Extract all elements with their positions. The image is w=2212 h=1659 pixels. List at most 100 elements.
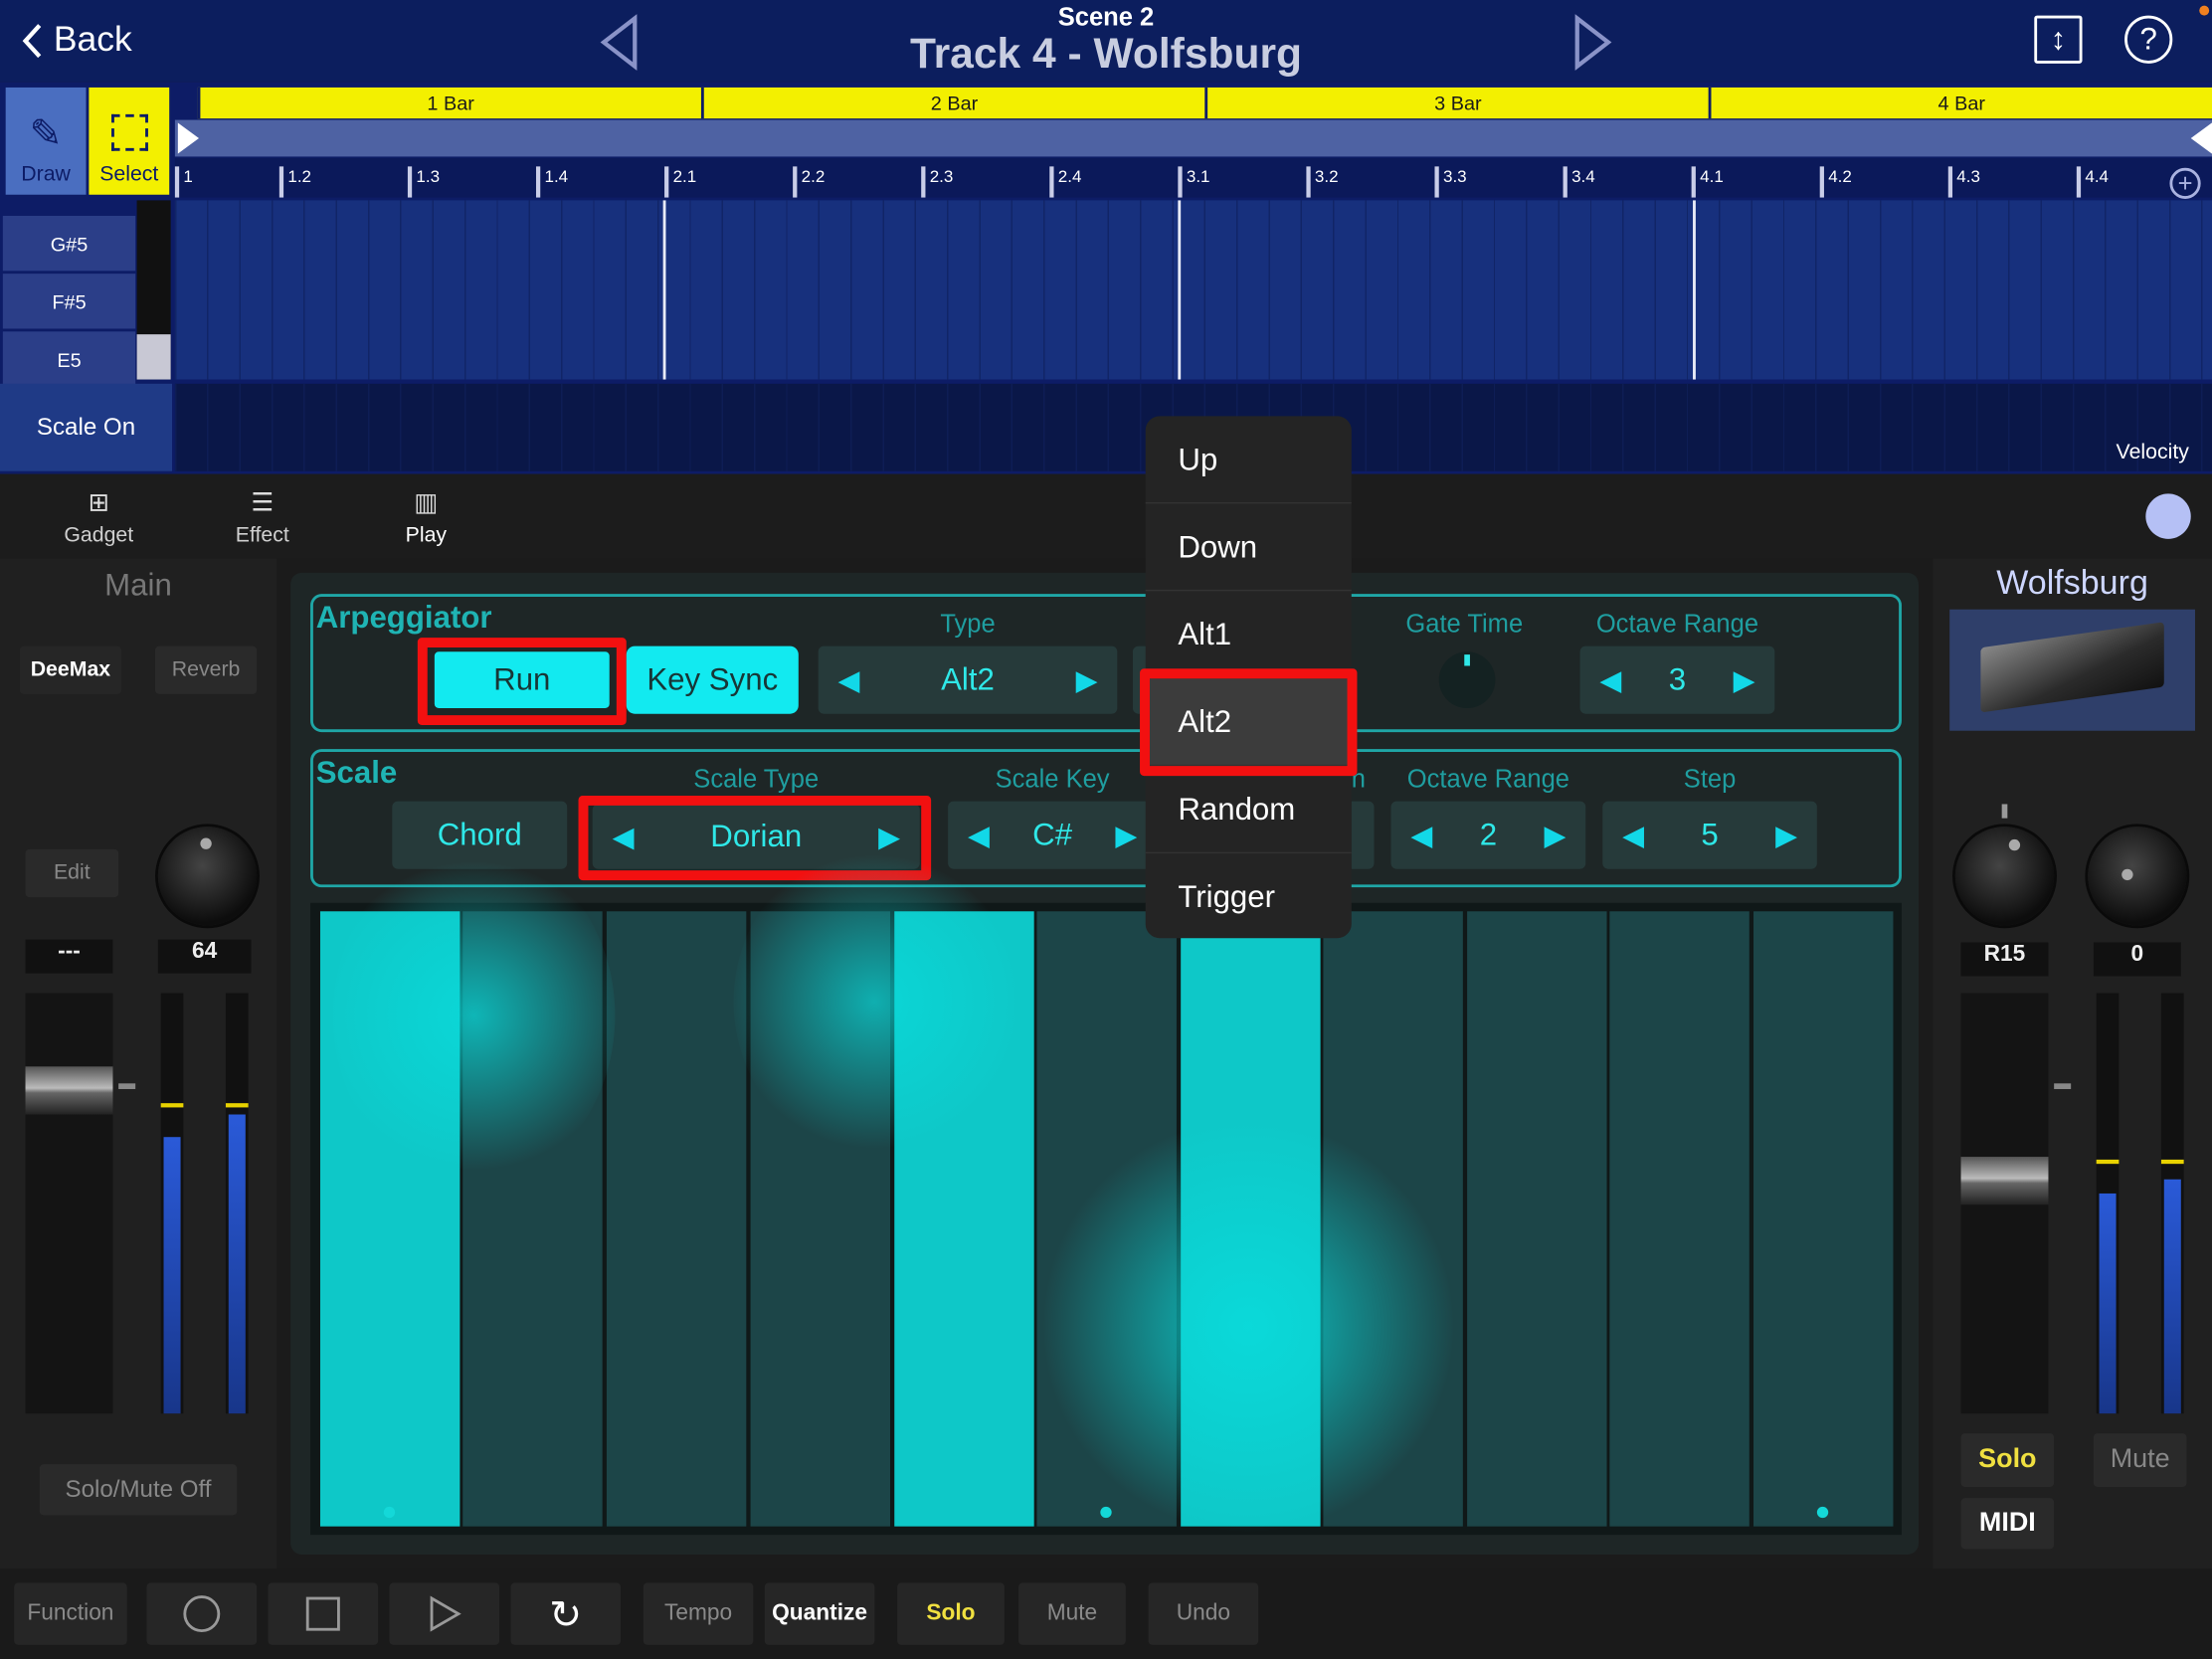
dropdown-item-alt1[interactable]: Alt1 xyxy=(1145,591,1352,679)
draw-tool-button[interactable]: ✎ Draw xyxy=(5,87,87,195)
beat-tick: 4.4 xyxy=(2076,166,2109,198)
next-arrow-icon[interactable]: ▶ xyxy=(1734,662,1755,697)
step-label: Step xyxy=(1683,764,1737,794)
beat-ruler[interactable]: 1 1.2 1.3 1.4 2.1 2.2 2.3 2.4 3.1 3.2 3.… xyxy=(174,157,2212,198)
velocity-label: Velocity xyxy=(2116,440,2189,464)
play-pad[interactable] xyxy=(319,911,461,1527)
tempo-button[interactable]: Tempo xyxy=(643,1582,754,1645)
quantize-button[interactable]: Quantize xyxy=(764,1582,875,1645)
play-pad[interactable] xyxy=(1036,911,1177,1527)
scale-key-selector[interactable]: ◀ C# ▶ xyxy=(948,801,1158,869)
track-solo-button[interactable]: Solo xyxy=(1960,1433,2055,1487)
selection-icon xyxy=(110,113,148,151)
bar-label: 3 Bar xyxy=(1204,87,1708,119)
volume-fader-handle[interactable] xyxy=(25,1066,113,1115)
level-knob[interactable] xyxy=(157,827,258,926)
prev-arrow-icon[interactable]: ◀ xyxy=(1410,818,1432,852)
solo-button[interactable]: Solo xyxy=(897,1582,1005,1645)
reverb-button[interactable]: Reverb xyxy=(155,645,258,694)
scale-key-label: Scale Key xyxy=(995,764,1110,794)
bar-line xyxy=(662,200,666,380)
track-mute-button[interactable]: Mute xyxy=(2093,1433,2187,1487)
knob-indicator xyxy=(200,837,212,849)
loop-start-handle-icon[interactable] xyxy=(177,122,201,154)
next-arrow-icon[interactable]: ▶ xyxy=(1545,818,1567,852)
next-track-icon[interactable] xyxy=(1571,14,1614,71)
arp-octave-range-selector[interactable]: ◀ 3 ▶ xyxy=(1579,645,1775,714)
synth-thumbnail[interactable] xyxy=(1949,609,2195,731)
play-pad[interactable] xyxy=(1609,911,1750,1527)
note-grid[interactable] xyxy=(174,200,2212,380)
track-level-knob[interactable] xyxy=(2088,827,2187,926)
track-meter-left xyxy=(2096,993,2120,1414)
play-pad[interactable] xyxy=(750,911,890,1527)
tab-gadget[interactable]: ⊞ Gadget xyxy=(43,488,155,548)
pan-knob[interactable] xyxy=(1954,827,2055,926)
dropdown-item-up[interactable]: Up xyxy=(1145,416,1352,504)
prev-arrow-icon[interactable]: ◀ xyxy=(968,818,990,852)
next-arrow-icon[interactable]: ▶ xyxy=(1076,662,1098,697)
dropdown-item-random[interactable]: Random xyxy=(1145,766,1352,854)
next-arrow-icon[interactable]: ▶ xyxy=(1115,818,1137,852)
piano-key-label[interactable]: E5 xyxy=(2,331,136,387)
prev-arrow-icon[interactable]: ◀ xyxy=(838,662,860,697)
play-pad[interactable] xyxy=(1323,911,1463,1527)
tab-play[interactable]: ▥ Play xyxy=(370,488,482,548)
add-bar-button[interactable]: + xyxy=(2169,167,2201,199)
loop-button[interactable]: ↻ xyxy=(510,1582,622,1645)
play-button[interactable] xyxy=(389,1582,500,1645)
function-button[interactable]: Function xyxy=(14,1582,127,1645)
center-marker xyxy=(2001,804,2008,819)
track-fader-handle[interactable] xyxy=(1960,1157,2049,1205)
gate-time-knob[interactable] xyxy=(1438,651,1496,709)
play-pad[interactable] xyxy=(606,911,747,1527)
piano-key-label[interactable]: G#5 xyxy=(2,216,136,272)
scale-type-label: Scale Type xyxy=(693,764,820,794)
scale-on-button[interactable]: Scale On xyxy=(0,383,173,471)
play-pad[interactable] xyxy=(1467,911,1607,1527)
scale-title: Scale xyxy=(315,754,398,791)
expand-button[interactable]: ↕ xyxy=(2034,15,2083,64)
stop-button[interactable] xyxy=(268,1582,379,1645)
previous-track-icon[interactable] xyxy=(598,14,641,71)
loop-range-bar[interactable] xyxy=(174,119,2212,157)
deemax-button[interactable]: DeeMax xyxy=(19,645,121,694)
solo-mute-off-button[interactable]: Solo/Mute Off xyxy=(39,1464,238,1516)
midi-button[interactable]: MIDI xyxy=(1960,1498,2055,1550)
help-button[interactable]: ? xyxy=(2124,15,2173,64)
white-key[interactable] xyxy=(136,334,171,380)
pad-marker-dot xyxy=(383,1506,396,1519)
bar-ruler[interactable]: 1 Bar 2 Bar 3 Bar 4 Bar xyxy=(197,87,2212,119)
bar-label: 2 Bar xyxy=(700,87,1204,119)
pad-marker-dot xyxy=(1100,1506,1112,1519)
status-indicator[interactable] xyxy=(2145,493,2191,539)
play-pad[interactable] xyxy=(1181,911,1321,1527)
level-meter-left xyxy=(160,993,184,1414)
prev-arrow-icon[interactable]: ◀ xyxy=(1622,818,1644,852)
prev-arrow-icon[interactable]: ◀ xyxy=(1599,662,1621,697)
back-button[interactable]: Back xyxy=(20,20,132,61)
mute-button[interactable]: Mute xyxy=(1018,1582,1126,1645)
play-pad[interactable] xyxy=(1753,911,1894,1527)
tab-effect[interactable]: ☰ Effect xyxy=(206,488,318,548)
dropdown-item-down[interactable]: Down xyxy=(1145,503,1352,592)
piano-key-label[interactable]: F#5 xyxy=(2,274,136,329)
play-pad[interactable] xyxy=(894,911,1034,1527)
chord-button[interactable]: Chord xyxy=(392,801,568,869)
scale-octave-range-selector[interactable]: ◀ 2 ▶ xyxy=(1390,801,1586,869)
loop-icon: ↻ xyxy=(549,1591,583,1636)
undo-button[interactable]: Undo xyxy=(1148,1582,1259,1645)
record-button[interactable] xyxy=(146,1582,258,1645)
dropdown-item-trigger[interactable]: Trigger xyxy=(1146,853,1352,941)
track-title: Track 4 - Wolfsburg xyxy=(909,31,1303,79)
scale-type-highlight xyxy=(578,795,932,881)
arp-type-selector[interactable]: ◀ Alt2 ▶ xyxy=(818,645,1118,714)
select-tool-button[interactable]: Select xyxy=(89,87,170,195)
pad-marker-dot xyxy=(1816,1506,1829,1519)
next-arrow-icon[interactable]: ▶ xyxy=(1775,818,1797,852)
play-pad[interactable] xyxy=(462,911,603,1527)
loop-end-handle-icon[interactable] xyxy=(2189,122,2212,154)
key-sync-button[interactable]: Key Sync xyxy=(626,645,799,714)
edit-button[interactable]: Edit xyxy=(25,848,119,898)
step-selector[interactable]: ◀ 5 ▶ xyxy=(1602,801,1817,869)
